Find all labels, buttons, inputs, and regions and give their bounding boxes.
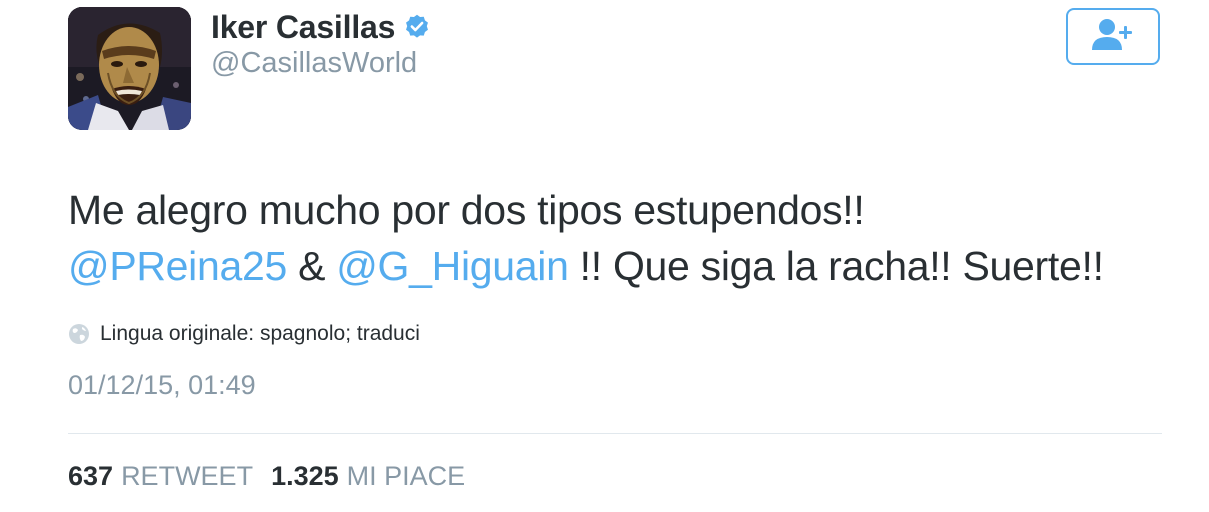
avatar-illustration: [68, 7, 191, 130]
retweet-label: RETWEET: [121, 461, 254, 491]
avatar[interactable]: [68, 7, 191, 130]
retweet-count: 637: [68, 461, 114, 491]
mention-preina25[interactable]: @PReina25: [68, 243, 287, 289]
tweet-timestamp[interactable]: 01/12/15, 01:49: [68, 370, 256, 401]
user-name-row: Iker Casillas: [211, 8, 431, 46]
retweet-stat[interactable]: 637 RETWEET: [68, 461, 253, 492]
like-stat[interactable]: 1.325 MI PIACE: [271, 461, 465, 492]
follow-button[interactable]: [1066, 8, 1160, 65]
display-name[interactable]: Iker Casillas: [211, 9, 395, 46]
tweet-line-2: @PReina25 & @G_Higuain !! Que siga la ra…: [68, 238, 1178, 294]
stats-row: 637 RETWEET 1.325 MI PIACE: [68, 461, 465, 492]
translation-link[interactable]: Lingua originale: spagnolo; traduci: [100, 322, 420, 346]
globe-icon: [68, 323, 90, 345]
add-user-icon: [1090, 17, 1136, 56]
tweet-line-2-rest: !! Que siga la racha!! Suerte!!: [568, 243, 1104, 289]
mention-separator: &: [287, 243, 337, 289]
verified-badge-icon: [403, 13, 431, 41]
tweet-line-1: Me alegro mucho por dos tipos estupendos…: [68, 187, 865, 233]
translate-row[interactable]: Lingua originale: spagnolo; traduci: [68, 321, 420, 347]
tweet-text: Me alegro mucho por dos tipos estupendos…: [68, 182, 1178, 294]
user-handle[interactable]: @CasillasWorld: [211, 47, 417, 80]
divider: [68, 433, 1162, 434]
like-label: MI PIACE: [346, 461, 466, 491]
mention-g-higuain[interactable]: @G_Higuain: [336, 243, 569, 289]
like-count: 1.325: [271, 461, 339, 491]
